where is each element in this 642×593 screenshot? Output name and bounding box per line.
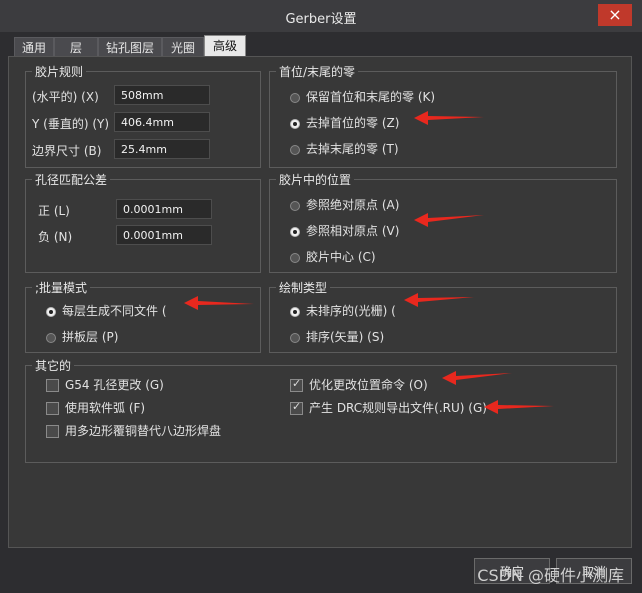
border-size-label: 边界尺寸 (B)	[32, 144, 102, 158]
checkbox-checked[interactable]	[290, 400, 303, 415]
optimize-position-checkbox[interactable]: 优化更改位置命令 (O)	[290, 376, 428, 393]
remove-trailing-zeros-option[interactable]: 去掉末尾的零 (T)	[290, 140, 399, 157]
border-size-input[interactable]: 25.4mm	[114, 139, 210, 159]
radio-button-selected[interactable]	[46, 306, 56, 317]
annotation-arrow-icon	[442, 371, 512, 385]
radio-button[interactable]	[290, 144, 300, 155]
x-size-label: (水平的) (X)	[32, 90, 99, 104]
absolute-origin-option[interactable]: 参照绝对原点 (A)	[290, 196, 399, 213]
film-rules-title: 胶片规则	[32, 63, 87, 80]
annotation-arrow-icon	[414, 111, 484, 125]
remove-leading-zeros-option[interactable]: 去掉首位的零 (Z)	[290, 114, 399, 131]
title-bar: Gerber设置 ×	[0, 0, 642, 32]
relative-origin-option[interactable]: 参照相对原点 (V)	[290, 222, 399, 239]
tab-layers[interactable]: 层	[54, 37, 98, 57]
y-size-input[interactable]: 406.4mm	[114, 112, 210, 132]
check-label: 用多边形覆铜替代八边形焊盘	[65, 424, 222, 438]
checkbox-checked[interactable]	[290, 377, 303, 392]
annotation-arrow-icon	[414, 213, 484, 227]
option-label: 参照绝对原点 (A)	[306, 198, 400, 212]
panelize-option[interactable]: 拼板层 (P)	[46, 328, 118, 345]
tab-apertures[interactable]: 光圈	[162, 37, 204, 57]
batch-mode-title: ;批量模式	[32, 279, 91, 296]
x-size-input[interactable]: 508mm	[114, 85, 210, 105]
radio-button[interactable]	[290, 200, 300, 211]
checkbox[interactable]	[46, 402, 59, 415]
plot-type-title: 绘制类型	[276, 279, 331, 296]
option-label: 去掉首位的零 (Z)	[306, 116, 400, 130]
option-label: 未排序的(光栅) (	[306, 304, 396, 318]
plus-tolerance-input[interactable]: 0.0001mm	[116, 199, 212, 219]
check-label: G54 孔径更改 (G)	[65, 378, 164, 392]
annotation-arrow-icon	[484, 400, 554, 414]
leading-zeros-title: 首位/末尾的零	[276, 63, 359, 80]
tab-advanced[interactable]: 高级	[204, 35, 246, 57]
film-center-option[interactable]: 胶片中心 (C)	[290, 248, 376, 265]
option-label: 去掉末尾的零 (T)	[306, 142, 399, 156]
window-title: Gerber设置	[285, 12, 357, 27]
check-label: 产生 DRC规则导出文件(.RU) (G)	[309, 401, 487, 415]
minus-tolerance-label: 负 (N)	[38, 230, 73, 244]
close-button[interactable]: ×	[598, 4, 632, 26]
separate-file-option[interactable]: 每层生成不同文件 (	[46, 302, 167, 319]
check-label: 使用软件弧 (F)	[65, 401, 146, 415]
radio-button-selected[interactable]	[290, 226, 300, 237]
hole-tolerance-title: 孔径匹配公差	[32, 171, 111, 188]
sorted-vector-option[interactable]: 排序(矢量) (S)	[290, 328, 384, 345]
keep-zeros-option[interactable]: 保留首位和末尾的零 (K)	[290, 88, 435, 105]
radio-button[interactable]	[46, 332, 56, 343]
software-arcs-checkbox[interactable]: 使用软件弧 (F)	[46, 399, 145, 416]
advanced-panel: 胶片规则 (水平的) (X) 508mm Y (垂直的) (Y) 406.4mm…	[8, 56, 632, 548]
y-size-label: Y (垂直的) (Y)	[32, 117, 110, 131]
checkbox[interactable]	[46, 379, 59, 392]
option-label: 每层生成不同文件 (	[62, 304, 167, 318]
check-label: 优化更改位置命令 (O)	[309, 378, 428, 392]
g54-aperture-change-checkbox[interactable]: G54 孔径更改 (G)	[46, 376, 164, 393]
option-label: 拼板层 (P)	[62, 330, 119, 344]
option-label: 参照相对原点 (V)	[306, 224, 400, 238]
radio-button-selected[interactable]	[290, 306, 300, 317]
minus-tolerance-input[interactable]: 0.0001mm	[116, 225, 212, 245]
plus-tolerance-label: 正 (L)	[38, 204, 70, 218]
film-rules-group: 胶片规则 (水平的) (X) 508mm Y (垂直的) (Y) 406.4mm…	[25, 63, 261, 168]
hole-tolerance-group: 孔径匹配公差 正 (L) 0.0001mm 负 (N) 0.0001mm	[25, 171, 261, 273]
film-position-title: 胶片中的位置	[276, 171, 355, 188]
annotation-arrow-icon	[404, 293, 474, 307]
checkbox[interactable]	[46, 425, 59, 438]
unsorted-raster-option[interactable]: 未排序的(光栅) (	[290, 302, 396, 319]
radio-button[interactable]	[290, 252, 300, 263]
tab-general[interactable]: 通用	[14, 37, 54, 57]
option-label: 保留首位和末尾的零 (K)	[306, 90, 436, 104]
radio-button[interactable]	[290, 332, 300, 343]
annotation-arrow-icon	[184, 296, 254, 310]
polygon-pour-octagon-checkbox[interactable]: 用多边形覆铜替代八边形焊盘	[46, 422, 221, 439]
radio-button[interactable]	[290, 92, 300, 103]
other-title: 其它的	[32, 357, 75, 374]
option-label: 排序(矢量) (S)	[306, 330, 385, 344]
option-label: 胶片中心 (C)	[306, 250, 376, 264]
drc-export-checkbox[interactable]: 产生 DRC规则导出文件(.RU) (G)	[290, 399, 487, 416]
radio-button-selected[interactable]	[290, 118, 300, 129]
tab-drill-drawing[interactable]: 钻孔图层	[98, 37, 162, 57]
watermark: CSDN @硬件小测库	[477, 566, 624, 585]
